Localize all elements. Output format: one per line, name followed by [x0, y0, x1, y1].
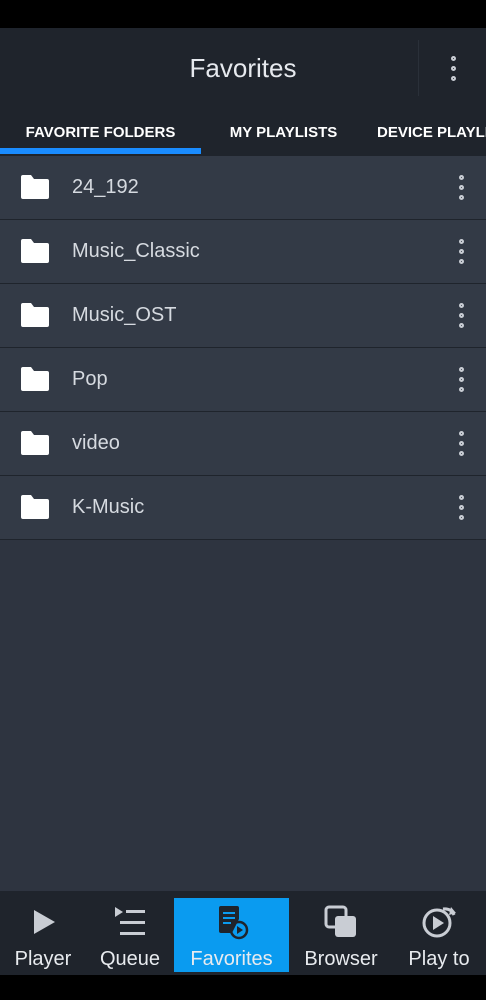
tab-device-playlists[interactable]: DEVICE PLAYLI — [377, 108, 486, 156]
item-menu-button[interactable] — [446, 485, 476, 529]
active-tab-indicator — [0, 148, 201, 154]
folder-name: Music_Classic — [72, 240, 200, 262]
nav-browser[interactable]: Browser — [291, 898, 391, 972]
nav-label: Player — [14, 948, 72, 970]
list-item[interactable]: K-Music — [0, 476, 486, 540]
item-menu-button[interactable] — [446, 421, 476, 465]
folder-name: 24_192 — [72, 176, 139, 198]
item-menu-button[interactable] — [446, 165, 476, 209]
list-item[interactable]: 24_192 — [0, 156, 486, 220]
folder-icon — [21, 367, 49, 391]
page-title: Favorites — [189, 52, 297, 83]
folder-icon — [21, 175, 49, 199]
folder-icon — [21, 495, 49, 519]
status-bar — [0, 0, 486, 28]
tab-my-playlists[interactable]: MY PLAYLISTS — [201, 108, 366, 156]
nav-label: Favorites — [190, 948, 273, 970]
bottom-navigation: Player Queue Favorites Browser Play to — [0, 891, 486, 975]
folder-name: K-Music — [72, 496, 145, 518]
play-icon — [34, 910, 55, 934]
list-item[interactable]: Music_OST — [0, 284, 486, 348]
nav-label: Play to — [408, 948, 470, 970]
nav-play-to[interactable]: Play to — [392, 898, 486, 972]
more-vertical-icon — [458, 494, 464, 520]
queue-icon — [115, 907, 145, 935]
more-vertical-icon — [458, 430, 464, 456]
folder-icon — [21, 431, 49, 455]
favorites-icon — [218, 906, 248, 940]
more-vertical-icon — [450, 55, 456, 81]
more-vertical-icon — [458, 302, 464, 328]
item-menu-button[interactable] — [446, 229, 476, 273]
folder-icon — [21, 303, 49, 327]
item-menu-button[interactable] — [446, 357, 476, 401]
item-menu-button[interactable] — [446, 293, 476, 337]
folder-name: Music_OST — [72, 304, 177, 326]
play-to-icon — [422, 907, 456, 938]
header-divider — [418, 40, 419, 96]
list-item[interactable]: Music_Classic — [0, 220, 486, 284]
folder-name: video — [72, 432, 120, 454]
app-header: Favorites — [0, 28, 486, 108]
folder-icon — [21, 239, 49, 263]
more-vertical-icon — [458, 366, 464, 392]
nav-favorites[interactable]: Favorites — [174, 898, 289, 972]
nav-label: Browser — [304, 948, 378, 970]
overflow-menu-button[interactable] — [436, 46, 470, 90]
browser-icon — [324, 905, 356, 937]
system-nav-bar — [0, 975, 486, 1000]
nav-label: Queue — [99, 948, 161, 970]
nav-queue[interactable]: Queue — [86, 898, 174, 972]
folder-name: Pop — [72, 368, 108, 390]
list-item[interactable]: video — [0, 412, 486, 476]
folder-list: 24_192 Music_Classic Music_OST Pop video… — [0, 156, 486, 540]
more-vertical-icon — [458, 238, 464, 264]
nav-player[interactable]: Player — [0, 898, 86, 972]
more-vertical-icon — [458, 174, 464, 200]
list-item[interactable]: Pop — [0, 348, 486, 412]
